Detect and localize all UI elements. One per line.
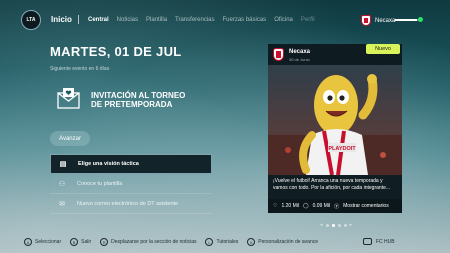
- advance-button[interactable]: Avanzar: [50, 131, 90, 146]
- tab-bar: Central Noticias Plantilla Transferencias Fu…: [88, 17, 323, 23]
- controller-button-icon: L: [205, 238, 214, 246]
- footer-hint: L Tutoriales: [205, 238, 238, 246]
- post-date: 30 de Junio: [289, 57, 310, 62]
- mail-icon: ✉: [59, 200, 65, 208]
- post-stats: ♡ 1.20 Mil ◯ 0.09 Mil Ⓨ Mostrar comentar…: [268, 199, 402, 213]
- task-list: ▤ Elige una visión táctica ⚇ Conoce tu plan…: [50, 154, 212, 214]
- footer-hint-label: Personalización de avance: [258, 239, 319, 245]
- pager-left-icon[interactable]: ◂: [320, 222, 323, 228]
- lb-bumper-icon: [78, 15, 83, 24]
- necaxa-crest-icon: [273, 48, 284, 61]
- post-pager: ◂ ▸: [320, 222, 352, 228]
- career-logo: LTA: [21, 10, 41, 30]
- controller-button-icon: R: [100, 238, 109, 246]
- new-badge: Nuevo: [366, 44, 400, 54]
- tactics-icon: ▤: [59, 161, 67, 168]
- footer-hint-label: Seleccionar: [35, 239, 62, 245]
- likes-count: 1.20 Mil: [281, 203, 299, 209]
- progress-fill: [395, 19, 418, 21]
- event-title-line1: INVITACIÓN AL TORNEO: [91, 91, 186, 100]
- comment-icon[interactable]: ◯: [303, 203, 309, 209]
- post-caption: ¡Vuelve el futbol! Arranca una nueva tem…: [268, 175, 402, 199]
- tab-fuerzas-básicas[interactable]: Fuerzas básicas: [223, 17, 267, 23]
- list-item-label: Nuevo correo electrónico de DT asistente: [77, 200, 179, 207]
- footer-hint: X Personalización de avance: [247, 238, 318, 246]
- event-title-line2: DE PRETEMPORADA: [91, 100, 173, 109]
- tab-perfil[interactable]: Perfil: [301, 17, 315, 23]
- squad-icon: ⚇: [58, 180, 66, 188]
- logo-text: LTA: [26, 16, 36, 23]
- list-item-label: Conoce tu plantilla: [77, 180, 123, 187]
- list-item[interactable]: ✉ Nuevo correo electrónico de DT asistent…: [50, 194, 212, 214]
- tab-oficina[interactable]: Oficina: [274, 17, 293, 23]
- home-label[interactable]: Inicio: [51, 15, 72, 24]
- news-post-card[interactable]: Necaxa 30 de Junio Nuevo PLAYDOIT ¡Vuelv…: [268, 44, 402, 213]
- footer-hint-label: Salir: [81, 239, 92, 245]
- pager-dot[interactable]: [331, 223, 335, 227]
- status-dot: [418, 17, 423, 22]
- controls-footer: A Seleccionar B Salir R Desplazarse por la se…: [24, 238, 327, 246]
- club-name: Necaxa: [375, 17, 396, 24]
- heart-icon[interactable]: ♡: [273, 203, 277, 209]
- show-comments[interactable]: Mostrar comentarios: [343, 203, 389, 209]
- invitation-envelope-icon: [57, 88, 80, 109]
- footer-hint: A Seleccionar: [24, 238, 61, 246]
- footer-hint-label: Desplazarse por la sección de noticias: [111, 239, 197, 245]
- controller-button-icon: B: [70, 238, 79, 246]
- pager-dot[interactable]: [325, 223, 329, 227]
- pager-dot[interactable]: [337, 223, 341, 227]
- hub-label: FC HUB: [376, 238, 395, 245]
- comments-count: 0.09 Mil: [312, 203, 331, 209]
- post-photo: PLAYDOIT: [268, 65, 402, 175]
- progress-bar: [395, 17, 423, 22]
- svg-text:PLAYDOIT: PLAYDOIT: [328, 146, 356, 152]
- club-crest-icon: [361, 15, 371, 26]
- pager-right-icon[interactable]: ▸: [350, 222, 353, 228]
- tab-central[interactable]: Central: [88, 17, 109, 23]
- footer-hint: R Desplazarse por la sección de noticias: [100, 238, 196, 246]
- current-date: MARTES, 01 DE JUL: [50, 44, 182, 59]
- top-navigation: LTA Inicio Central Noticias Plantilla Trans…: [0, 0, 450, 40]
- list-item[interactable]: ⚇ Conoce tu plantilla: [50, 174, 212, 194]
- controller-button-icon: X: [247, 238, 256, 246]
- footer-hint: B Salir: [70, 238, 91, 246]
- list-item-label: Elige una visión táctica: [78, 161, 139, 167]
- controller-button-icon: A: [24, 238, 32, 246]
- club-indicator[interactable]: Necaxa: [361, 15, 395, 26]
- pager-dot[interactable]: [343, 223, 347, 227]
- tab-plantilla[interactable]: Plantilla: [146, 17, 167, 23]
- hub-icon: [363, 238, 372, 245]
- next-event: Siguiente evento en 6 días: [50, 66, 110, 72]
- list-item[interactable]: ▤ Elige una visión táctica: [50, 154, 212, 174]
- post-account: Necaxa: [289, 49, 311, 55]
- event-card-title[interactable]: INVITACIÓN AL TORNEO DE PRETEMPORADA: [91, 91, 185, 109]
- y-button-icon: Ⓨ: [334, 203, 340, 210]
- post-header: Necaxa 30 de Junio Nuevo: [268, 44, 402, 65]
- tab-noticias[interactable]: Noticias: [117, 17, 138, 23]
- fc-hub[interactable]: FC HUB: [363, 238, 395, 245]
- footer-hint-label: Tutoriales: [216, 239, 239, 245]
- tab-transferencias[interactable]: Transferencias: [175, 17, 214, 23]
